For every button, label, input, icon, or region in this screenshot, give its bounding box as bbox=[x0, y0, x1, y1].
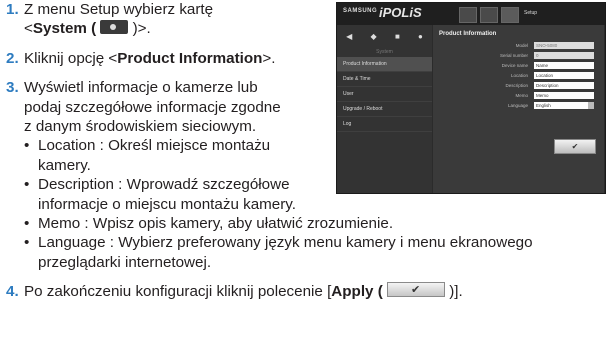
sidebar-item-product-information[interactable]: Product Information bbox=[337, 57, 432, 72]
setup-label: Setup bbox=[524, 10, 538, 16]
bullet-dot: • bbox=[24, 234, 30, 252]
apply-button-icon bbox=[386, 281, 445, 301]
playback-icon[interactable] bbox=[480, 7, 498, 23]
device-name-field[interactable]: Name bbox=[534, 62, 594, 69]
language-select[interactable]: English bbox=[534, 102, 594, 109]
field-row-location: Location Location bbox=[433, 72, 604, 80]
sidebar-item-user[interactable]: User bbox=[337, 87, 432, 102]
sidebar-item-upgrade-reboot[interactable]: Upgrade / Reboot bbox=[337, 102, 432, 117]
bullet-text: informacje o miejscu montażu kamery. bbox=[38, 195, 296, 213]
monitor-icon[interactable] bbox=[459, 7, 477, 23]
brand-ipolis: iPOLiS bbox=[379, 5, 422, 20]
camera-setup-screenshot: SAMSUNG iPOLiS Setup ◀ ◆ ■ ● System Prod… bbox=[336, 2, 606, 194]
field-row-language: Language English bbox=[433, 102, 604, 110]
close-bracket: )>. bbox=[128, 20, 151, 38]
bullet-memo: • Memo : Wpisz opis kamery, aby ułatwić … bbox=[4, 214, 604, 233]
bullet-text: przeglądarki internetowej. bbox=[38, 253, 212, 271]
bullet-dot: • bbox=[24, 176, 30, 194]
step-4: 4. Po zakończeniu konfiguracji kliknij p… bbox=[4, 281, 604, 301]
sidebar: ◀ ◆ ■ ● System Product Information Date … bbox=[337, 25, 432, 193]
sidebar-section-title: System bbox=[376, 49, 393, 55]
close-bracket: )]. bbox=[444, 283, 463, 301]
field-label: Memo bbox=[515, 93, 528, 98]
bullet-dot: • bbox=[24, 215, 30, 233]
step-number: 3. bbox=[6, 79, 19, 97]
step-number: 2. bbox=[6, 49, 19, 67]
model-field: SNO-5080 bbox=[534, 42, 594, 49]
location-field[interactable]: Location bbox=[534, 72, 594, 79]
check-icon: ✔ bbox=[571, 142, 579, 151]
step-2-pre: Kliknij opcję < bbox=[24, 49, 118, 67]
video-icon[interactable]: ◀ bbox=[346, 32, 352, 41]
field-row-description: Description Description bbox=[433, 82, 604, 90]
field-row-memo: Memo Memo bbox=[433, 92, 604, 100]
bullet-text: Language : Wybierz preferowany język men… bbox=[38, 234, 533, 252]
sidebar-item-log[interactable]: Log bbox=[337, 117, 432, 132]
product-information-label: Product Information bbox=[117, 49, 263, 67]
field-label: Language bbox=[507, 103, 528, 108]
top-bar: SAMSUNG iPOLiS Setup bbox=[337, 3, 605, 25]
description-field[interactable]: Description bbox=[534, 82, 594, 89]
sidebar-tab-icons: ◀ ◆ ■ ● bbox=[337, 25, 432, 47]
network-icon[interactable]: ◆ bbox=[371, 32, 377, 41]
field-label: Serial number bbox=[499, 53, 528, 58]
memo-field[interactable]: Memo bbox=[534, 92, 594, 99]
field-label: Description bbox=[505, 83, 528, 88]
field-label: Device name bbox=[501, 63, 528, 68]
apply-label: Apply ( bbox=[331, 283, 387, 301]
content-panel: Product Information Model SNO-5080 Seria… bbox=[433, 25, 604, 193]
system-icon[interactable]: ● bbox=[418, 32, 423, 41]
sidebar-item-date-time[interactable]: Date & Time bbox=[337, 72, 432, 87]
chevron-down-icon bbox=[588, 102, 594, 109]
page-title: Product Information bbox=[439, 31, 497, 37]
field-row-serial: Serial number 0 bbox=[433, 52, 604, 60]
bullet-dot: • bbox=[24, 137, 30, 155]
field-label: Model bbox=[515, 43, 528, 48]
system-tab-icon bbox=[100, 20, 129, 35]
step-number: 1. bbox=[6, 1, 19, 18]
step-4-pre: Po zakończeniu konfiguracji kliknij pole… bbox=[24, 283, 332, 301]
system-tab-label: System ( bbox=[32, 20, 101, 38]
brand-samsung: SAMSUNG bbox=[343, 8, 378, 14]
bullet-text: Memo : Wpisz opis kamery, aby ułatwić zr… bbox=[38, 215, 394, 233]
event-icon[interactable]: ■ bbox=[395, 32, 400, 41]
setup-gear-icon[interactable] bbox=[501, 7, 519, 23]
language-value: English bbox=[536, 103, 551, 108]
field-row-model: Model SNO-5080 bbox=[433, 42, 604, 50]
step-number: 4. bbox=[6, 283, 19, 301]
apply-button[interactable]: ✔ bbox=[554, 139, 596, 154]
serial-number-field: 0 bbox=[534, 52, 594, 59]
field-label: Location bbox=[510, 73, 528, 78]
bullet-language: • Language : Wybierz preferowany język m… bbox=[4, 233, 604, 272]
open-bracket: < bbox=[24, 20, 33, 38]
field-row-device-name: Device name Name bbox=[433, 62, 604, 70]
step-2-post: >. bbox=[262, 49, 276, 67]
